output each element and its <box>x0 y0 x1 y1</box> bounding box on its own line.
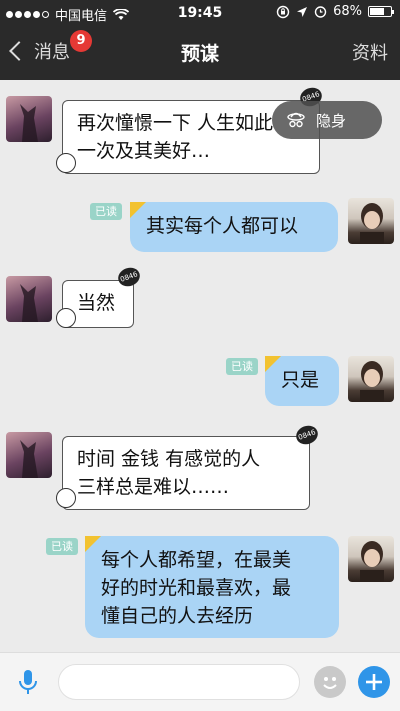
plus-icon <box>366 674 382 690</box>
emoji-button[interactable] <box>314 666 346 698</box>
battery-icon <box>368 6 394 17</box>
chat-title: 预谋 <box>180 43 219 65</box>
bubble-decor-face-icon <box>56 153 76 173</box>
bubble-ribbon-icon <box>85 536 101 552</box>
my-avatar[interactable] <box>348 356 394 402</box>
mic-icon[interactable] <box>18 669 38 695</box>
read-receipt: 已读 <box>226 358 258 375</box>
my-avatar[interactable] <box>348 536 394 582</box>
input-bar <box>0 652 400 711</box>
alarm-icon <box>314 6 327 18</box>
incognito-label: 隐身 <box>316 112 347 130</box>
read-receipt: 已读 <box>90 203 122 220</box>
read-receipt: 已读 <box>46 538 78 555</box>
nav-bar: 消息 9 预谋 资料 <box>0 26 400 80</box>
battery-percent: 68% <box>333 4 362 19</box>
contact-avatar[interactable] <box>6 96 52 142</box>
profile-button[interactable]: 资料 <box>352 39 388 65</box>
bubble-ribbon-icon <box>130 202 146 218</box>
bubble-ribbon-icon <box>265 356 281 372</box>
message-text: 再次憧憬一下 人生如此 <box>77 112 274 134</box>
message-text: 时间 金钱 有感觉的人 <box>77 448 261 470</box>
message-text: 当然 <box>77 292 116 314</box>
message-text: 每个人都希望，在最美 <box>101 549 292 571</box>
incognito-toggle[interactable]: 隐身 <box>272 101 382 139</box>
message-text: 其实每个人都可以 <box>146 215 299 237</box>
incognito-icon <box>287 112 305 128</box>
message-text: 一次及其美好… <box>77 140 211 162</box>
emoji-icon <box>323 677 337 689</box>
rotation-lock-icon <box>276 5 290 18</box>
message-text: 懂自己的人去经历 <box>101 605 254 627</box>
message-text: 只是 <box>281 369 320 391</box>
location-icon <box>297 6 308 17</box>
contact-avatar[interactable] <box>6 276 52 322</box>
contact-avatar[interactable] <box>6 432 52 478</box>
bubble-decor-face-icon <box>56 308 76 328</box>
message-text: 三样总是难以…… <box>77 476 230 498</box>
add-attachment-button[interactable] <box>358 666 390 698</box>
message-bubble-sent[interactable]: 每个人都希望，在最美 好的时光和最喜欢，最 懂自己的人去经历 <box>85 536 339 638</box>
status-bar: 中国电信 19:45 68% <box>0 0 400 26</box>
message-bubble-sent[interactable]: 其实每个人都可以 <box>130 202 338 252</box>
message-bubble-received[interactable]: 时间 金钱 有感觉的人 三样总是难以…… <box>62 436 310 510</box>
message-input[interactable] <box>58 664 300 700</box>
my-avatar[interactable] <box>348 198 394 244</box>
message-text: 好的时光和最喜欢，最 <box>101 577 292 599</box>
message-bubble-sent[interactable]: 只是 <box>265 356 339 406</box>
bubble-decor-face-icon <box>56 488 76 508</box>
